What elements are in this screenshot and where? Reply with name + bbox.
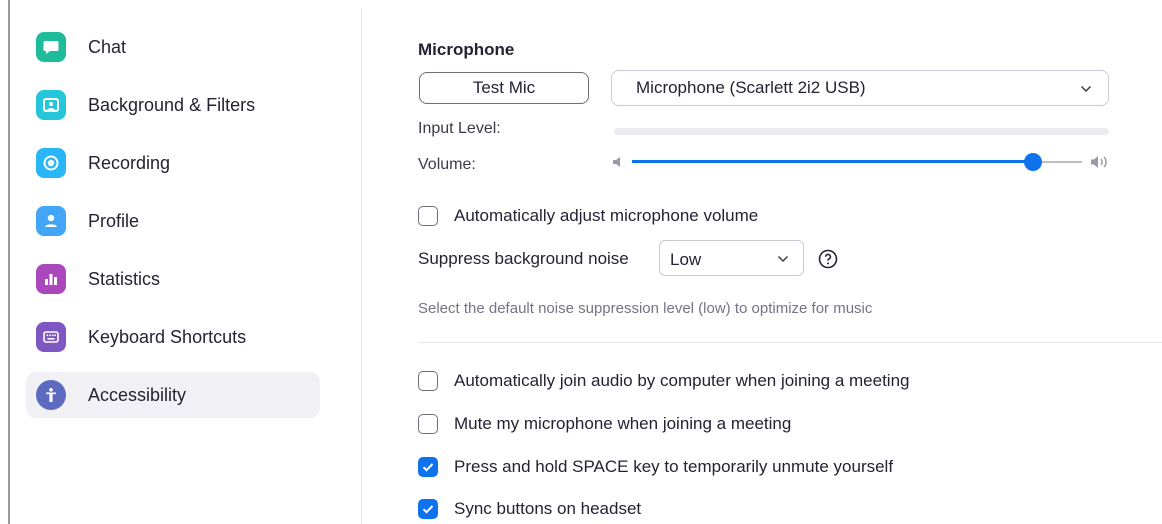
keyboard-icon [36,322,66,352]
sidebar-item-profile[interactable]: Profile [26,198,320,244]
auto-join-audio-label: Automatically join audio by computer whe… [454,371,910,390]
profile-icon [36,206,66,236]
chevron-down-icon [1080,85,1092,93]
sync-headset-label: Sync buttons on headset [454,499,642,518]
sidebar-item-label: Chat [88,36,127,57]
volume-high-icon [1091,156,1107,168]
sidebar-item-background-filters[interactable]: Background & Filters [26,82,320,128]
audio-settings-panel: Microphone Test Mic Microphone (Scarlett… [362,0,1162,524]
suppress-noise-label: Suppress background noise [418,249,629,268]
accessibility-icon [36,380,66,410]
sidebar-item-label: Background & Filters [88,94,256,115]
section-divider [418,342,1162,343]
space-unmute-option[interactable]: Press and hold SPACE key to temporarily … [418,454,893,480]
mute-on-join-label: Mute my microphone when joining a meetin… [454,414,792,433]
statistics-icon [36,264,66,294]
volume-slider[interactable] [632,152,1082,172]
sidebar-item-recording[interactable]: Recording [26,140,320,186]
sidebar-item-chat[interactable]: Chat [26,24,320,70]
auto-adjust-volume-option[interactable]: Automatically adjust microphone volume [418,203,758,229]
settings-window: Chat Background & Filters Recording Prof… [0,0,1162,524]
sidebar-item-keyboard-shortcuts[interactable]: Keyboard Shortcuts [26,314,320,360]
mute-on-join-checkbox[interactable] [418,414,438,434]
auto-join-audio-option[interactable]: Automatically join audio by computer whe… [418,368,909,394]
volume-slider-fill [632,160,1033,163]
chevron-down-icon [777,255,789,263]
sync-headset-checkbox[interactable] [418,499,438,519]
suppress-noise-value: Low [670,250,702,269]
checkmark-icon [422,463,434,472]
background-icon [36,90,66,120]
sidebar-item-label: Profile [88,210,140,231]
sidebar-item-label: Accessibility [88,384,187,405]
volume-label: Volume: [418,156,476,173]
sync-headset-option[interactable]: Sync buttons on headset [418,496,641,522]
space-unmute-label: Press and hold SPACE key to temporarily … [454,457,894,476]
sidebar-item-statistics[interactable]: Statistics [26,256,320,302]
recording-icon [36,148,66,178]
volume-low-icon [613,157,620,167]
auto-adjust-volume-checkbox[interactable] [418,206,438,226]
input-level-label: Input Level: [418,120,501,137]
input-level-meter [614,128,1109,135]
chat-icon [36,32,66,62]
space-unmute-checkbox[interactable] [418,457,438,477]
sidebar-item-label: Recording [88,152,171,173]
microphone-device-value: Microphone (Scarlett 2i2 USB) [636,78,866,97]
checkmark-icon [422,505,434,514]
mute-on-join-option[interactable]: Mute my microphone when joining a meetin… [418,411,791,437]
settings-sidebar: Chat Background & Filters Recording Prof… [0,0,362,524]
suppress-noise-select[interactable]: Low [659,240,804,276]
test-mic-button[interactable]: Test Mic [419,72,589,104]
auto-adjust-volume-label: Automatically adjust microphone volume [454,206,759,225]
suppress-noise-hint: Select the default noise suppression lev… [418,300,873,317]
sidebar-item-accessibility[interactable]: Accessibility [26,372,320,418]
microphone-section-title: Microphone [418,40,515,59]
sidebar-item-label: Statistics [88,268,161,289]
volume-slider-thumb[interactable] [1023,153,1042,171]
microphone-device-select[interactable]: Microphone (Scarlett 2i2 USB) [611,70,1109,106]
sidebar-item-label: Keyboard Shortcuts [88,326,247,347]
auto-join-audio-checkbox[interactable] [418,371,438,391]
help-icon[interactable] [818,249,838,269]
